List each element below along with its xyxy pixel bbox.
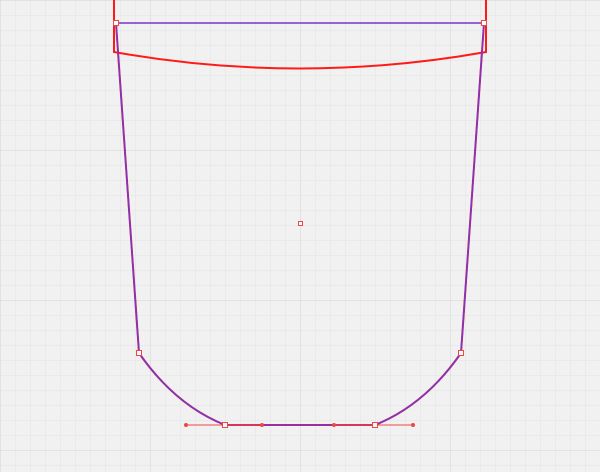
drawing-canvas[interactable] — [0, 0, 600, 472]
anchor-top-left[interactable] — [113, 20, 119, 26]
control-handle-2[interactable] — [260, 423, 264, 427]
control-handle-1[interactable] — [184, 423, 188, 427]
control-handle-4[interactable] — [411, 423, 415, 427]
anchor-bottom-left[interactable] — [222, 422, 228, 428]
grid-background — [0, 0, 600, 472]
anchor-right-corner[interactable] — [458, 350, 464, 356]
anchor-bottom-right[interactable] — [372, 422, 378, 428]
anchor-left-corner[interactable] — [136, 350, 142, 356]
center-point-icon[interactable] — [298, 221, 303, 226]
control-handle-3[interactable] — [332, 423, 336, 427]
anchor-top-right[interactable] — [481, 20, 487, 26]
canvas-svg[interactable] — [0, 0, 600, 472]
